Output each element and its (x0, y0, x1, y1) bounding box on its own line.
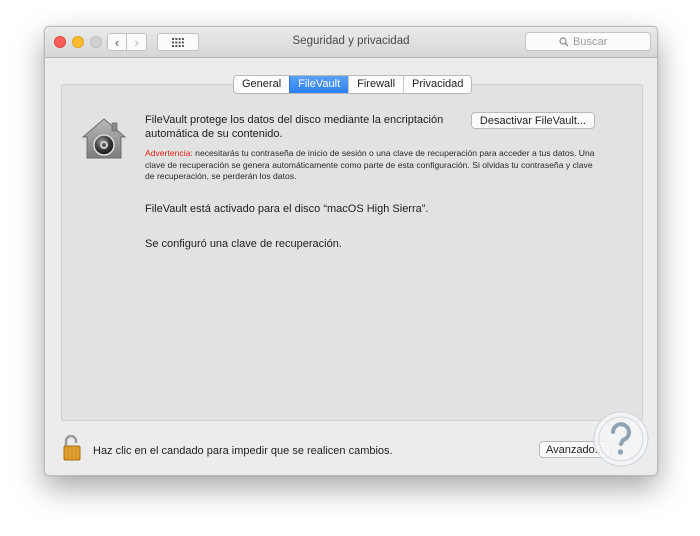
title-bar: ‹ › Seguridad y privacidad (45, 27, 657, 58)
tab-bar: General FileVault Firewall Privacidad (233, 75, 473, 94)
lock-instruction: Haz clic en el candado para impedir que … (93, 445, 393, 457)
warning-text: Advertencia: necesitarás tu contraseña d… (145, 148, 595, 183)
tab-general[interactable]: General (234, 76, 289, 93)
warning-label: Advertencia: (145, 148, 193, 158)
deactivate-filevault-button[interactable]: Desactivar FileVault... (471, 112, 595, 129)
tab-privacidad[interactable]: Privacidad (403, 76, 471, 93)
warning-body: necesitarás tu contraseña de inicio de s… (145, 148, 595, 181)
search-input[interactable] (573, 35, 617, 48)
search-icon (559, 36, 569, 46)
recovery-key-status: Se configuró una clave de recuperación. (145, 238, 342, 250)
search-field[interactable] (525, 32, 651, 51)
tab-filevault[interactable]: FileVault (289, 76, 349, 93)
filevault-status: FileVault está activado para el disco “m… (145, 203, 429, 215)
unlocked-padlock-icon[interactable] (63, 435, 83, 461)
filevault-house-icon (81, 118, 127, 159)
tab-firewall[interactable]: Firewall (348, 76, 403, 93)
watermark-logo-icon (593, 411, 649, 467)
filevault-description: FileVault protege los datos del disco me… (145, 114, 444, 140)
preferences-window: ‹ › Seguridad y privacidad Buscar Genera… (44, 26, 658, 476)
